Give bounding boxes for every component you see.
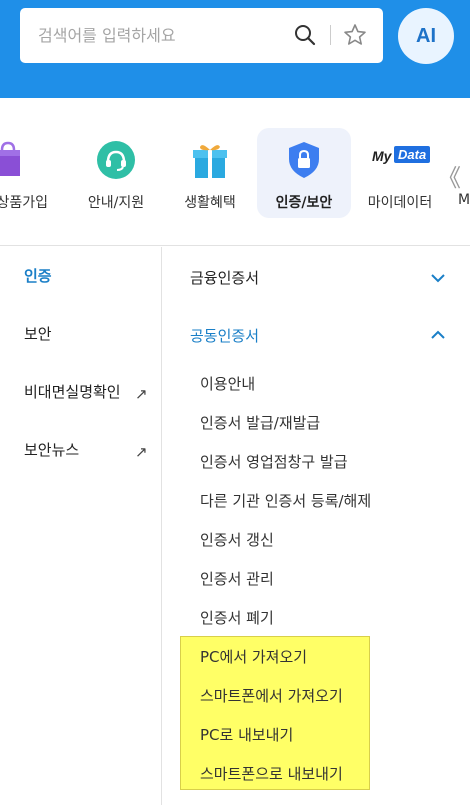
left-menu-item-security-news[interactable]: 보안뉴스 [24,439,79,460]
header-bar: AI [0,0,470,98]
gift-icon [190,140,230,180]
left-menu-item-security[interactable]: 보안 [24,323,52,344]
sub-item-import-phone[interactable]: 스마트폰에서 가져오기 [200,685,343,706]
tab-label: 마이데이터 [367,195,433,211]
sub-item-issue-reissue[interactable]: 인증서 발급/재발급 [200,412,320,433]
external-link-icon: ↗ [135,443,148,461]
divider [161,247,162,805]
left-menu-item-nonface-verify[interactable]: 비대면실명확인 [24,381,121,402]
tab-label: 상품가입 [0,195,48,211]
sub-item-export-phone[interactable]: 스마트폰으로 내보내기 [200,763,343,784]
tab-label: 인증/보안 [275,195,333,211]
category-tabs: 상품가입 안내/지원 생활혜택 인증/보안 My Data 마이데이터 《 M [0,98,470,246]
tab-mydata[interactable]: My Data 마이데이터 [352,128,448,218]
mydata-logo: My Data [370,140,431,180]
section-joint-cert[interactable]: 공동인증서 [190,325,259,346]
tab-life-benefit[interactable]: 생활혜택 [162,128,258,218]
search-box[interactable] [20,8,383,63]
sub-item-other-agency[interactable]: 다른 기관 인증서 등록/해제 [200,490,371,511]
divider [330,25,331,45]
ai-button[interactable]: AI [398,8,454,64]
sub-item-export-pc[interactable]: PC로 내보내기 [200,724,293,745]
shield-lock-icon [284,140,324,180]
search-input[interactable] [38,26,288,45]
tab-product-signup[interactable]: 상품가입 [0,128,56,218]
sub-item-manage[interactable]: 인증서 관리 [200,568,274,589]
section-financial-cert[interactable]: 금융인증서 [190,267,259,288]
scroll-left-icon[interactable]: 《 [437,158,461,193]
sub-item-import-pc[interactable]: PC에서 가져오기 [200,646,307,667]
sub-item-branch-issue[interactable]: 인증서 영업점창구 발급 [200,451,348,472]
tab-auth-security[interactable]: 인증/보안 [257,128,351,218]
tab-label: 안내/지원 [87,195,145,211]
tab-label: 생활혜택 [184,195,236,211]
star-icon[interactable] [342,22,368,48]
tab-label-partial[interactable]: M [458,192,470,208]
chevron-down-icon[interactable] [430,270,446,286]
sub-item-renew[interactable]: 인증서 갱신 [200,529,274,550]
external-link-icon: ↗ [135,385,148,403]
sub-item-usage-guide[interactable]: 이용안내 [200,373,255,394]
left-menu-item-auth[interactable]: 인증 [24,265,52,286]
shopping-bag-icon [0,140,28,180]
tab-guide-support[interactable]: 안내/지원 [68,128,164,218]
chevron-up-icon[interactable] [430,327,446,343]
sub-item-revoke[interactable]: 인증서 폐기 [200,607,274,628]
search-icon[interactable] [292,22,318,48]
headset-icon [96,140,136,180]
